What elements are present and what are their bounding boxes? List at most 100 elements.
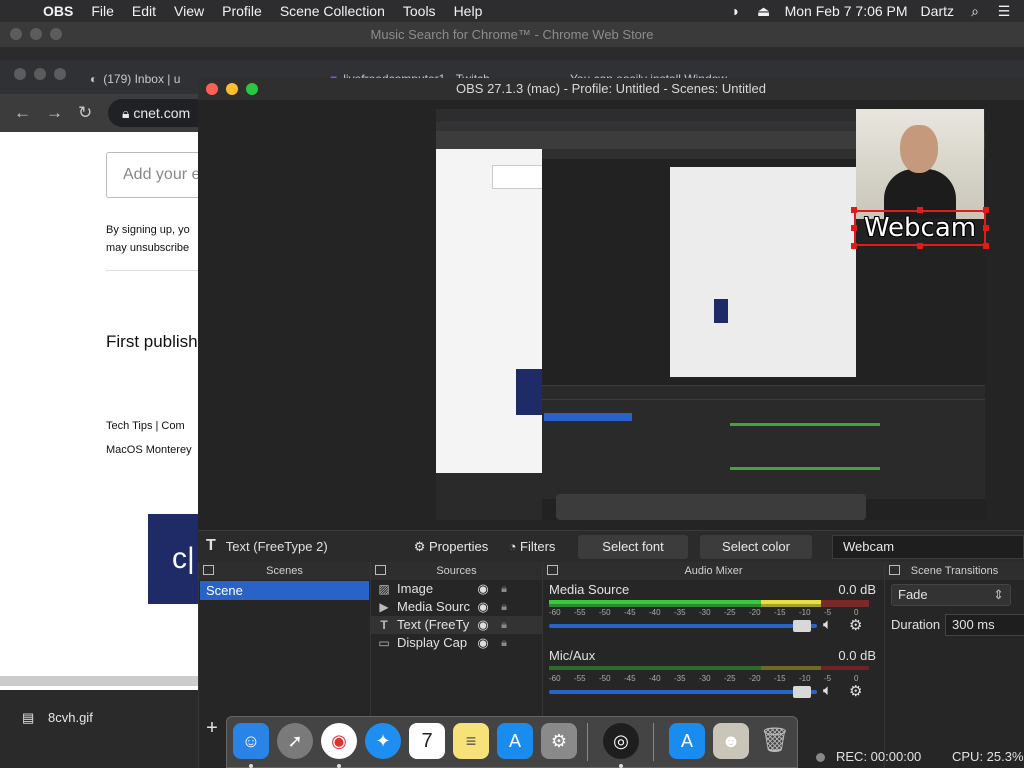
rec-time: REC: 00:00:00 (836, 749, 922, 764)
system-preferences-icon[interactable]: ⚙ (541, 723, 577, 759)
tick: -50 (599, 674, 611, 683)
tags-line-1[interactable]: Tech Tips | Com (106, 420, 185, 432)
tags-line-2[interactable]: MacOS Monterey (106, 444, 192, 456)
source-row-text[interactable]: T Text (FreeTy ◉ 🔒︎ (371, 616, 542, 634)
speaker-icon[interactable]: 🔈︎ (823, 616, 832, 633)
back-arrow-icon[interactable]: ← (14, 103, 31, 123)
tick: -55 (574, 608, 586, 617)
menu-tools[interactable]: Tools (394, 3, 445, 19)
gear-icon[interactable]: ⚙ (849, 616, 862, 634)
meter-red (821, 666, 869, 670)
obs-icon[interactable]: ◎ (603, 723, 639, 759)
menu-app-obs[interactable]: OBS (34, 3, 82, 19)
reload-icon[interactable]: ↻ (78, 103, 92, 123)
tick: -25 (724, 608, 736, 617)
chrome-icon[interactable]: ◉ (321, 723, 357, 759)
float-icon[interactable] (203, 565, 214, 575)
meter-red-2 (821, 604, 869, 607)
webcam-text-source[interactable]: Webcam (854, 210, 986, 246)
nested-meter-2 (730, 467, 880, 470)
lock-icon[interactable]: 🔒︎ (495, 580, 513, 598)
back-window-titlebar: Music Search for Chrome™ - Chrome Web St… (0, 22, 1024, 47)
resize-handle-bl[interactable] (851, 243, 857, 249)
notes-icon[interactable]: ≡ (453, 723, 489, 759)
lock-icon[interactable]: 🔒︎ (495, 598, 513, 616)
float-icon[interactable] (375, 565, 386, 575)
meter-ticks: -60 -55 -50 -45 -40 -35 -30 -25 -20 -15 … (549, 608, 869, 618)
float-icon[interactable] (889, 565, 900, 575)
forward-arrow-icon[interactable]: → (46, 103, 63, 123)
select-color-button[interactable]: Select color (700, 535, 812, 559)
menu-file[interactable]: File (82, 3, 123, 19)
lock-icon[interactable]: 🔒︎ (495, 634, 513, 652)
eye-icon[interactable]: ◉ (471, 634, 495, 652)
download-filename[interactable]: 8cvh.gif (48, 710, 93, 725)
volume-slider-knob[interactable] (793, 620, 811, 632)
volume-slider-knob[interactable] (793, 686, 811, 698)
scene-item[interactable]: Scene (200, 581, 369, 600)
email-input[interactable]: Add your e (106, 152, 200, 198)
transitions-title: Scene Transitions (910, 565, 999, 577)
menu-scene-collection[interactable]: Scene Collection (271, 3, 394, 19)
source-row-display[interactable]: ▭ Display Cap ◉ 🔒︎ (371, 634, 542, 652)
divider (106, 270, 200, 271)
eye-icon[interactable]: ◉ (471, 616, 495, 634)
app-store-icon[interactable]: A (497, 723, 533, 759)
trash-icon[interactable]: 🗑︎ (757, 723, 793, 759)
nested-preview (670, 167, 856, 377)
resize-handle-tr[interactable] (983, 207, 989, 213)
eye-icon[interactable]: ◉ (471, 598, 495, 616)
source-row-image[interactable]: ▨ Image ◉ 🔒︎ (371, 580, 542, 598)
preview-area[interactable]: Webcam (198, 100, 1024, 530)
eye-icon[interactable]: ◉ (471, 580, 495, 598)
search-icon[interactable]: ⌕ (967, 3, 983, 20)
duration-input[interactable]: 300 ms (945, 614, 1024, 636)
safari-icon[interactable]: ✦ (365, 723, 401, 759)
volume-slider[interactable] (549, 690, 817, 694)
resize-handle-t[interactable] (917, 207, 923, 213)
obs-window: OBS 27.1.3 (mac) - Profile: Untitled - S… (198, 78, 1024, 768)
channel-db: 0.0 dB (838, 582, 876, 597)
resize-handle-tl[interactable] (851, 207, 857, 213)
menubar-clock[interactable]: Mon Feb 7 7:06 PM (785, 3, 908, 19)
control-center-icon[interactable]: ☰ (996, 3, 1012, 20)
resize-handle-l[interactable] (851, 225, 857, 231)
finder-icon[interactable]: ☺ (233, 723, 269, 759)
eject-icon[interactable]: ⏏ (756, 3, 772, 20)
obs-status-icon[interactable]: ◑ (727, 3, 743, 19)
webcam-feed[interactable] (856, 109, 984, 219)
menu-edit[interactable]: Edit (123, 3, 165, 19)
calendar-icon[interactable]: 7 (409, 723, 445, 759)
resize-handle-br[interactable] (983, 243, 989, 249)
cnet-logo: c| (148, 514, 200, 604)
source-row-media[interactable]: ▶ Media Sourc ◉ 🔒︎ (371, 598, 542, 616)
launchpad-icon[interactable]: ➚ (277, 723, 313, 759)
obs-titlebar: OBS 27.1.3 (mac) - Profile: Untitled - S… (198, 78, 1024, 100)
transition-select[interactable]: Fade ⇕ (891, 584, 1011, 606)
source-combo[interactable]: Webcam (832, 535, 1024, 559)
menubar-user[interactable]: Dartz (921, 3, 954, 19)
filters-button[interactable]: ◔ Filters (502, 535, 562, 559)
select-font-button[interactable]: Select font (578, 535, 688, 559)
gear-icon[interactable]: ⚙ (849, 682, 862, 700)
lock-icon[interactable]: 🔒︎ (495, 616, 513, 634)
webcam-thumbnail-icon[interactable]: ☻ (713, 723, 749, 759)
float-icon[interactable] (547, 565, 558, 575)
resize-handle-r[interactable] (983, 225, 989, 231)
menu-view[interactable]: View (165, 3, 213, 19)
speaker-icon[interactable]: 🔈︎ (823, 682, 832, 699)
source-name: Display Cap (397, 635, 468, 650)
add-scene-button[interactable]: + (200, 716, 224, 740)
resize-handle-b[interactable] (917, 243, 923, 249)
properties-button[interactable]: ⚙ Properties (408, 535, 494, 559)
horizontal-scrollbar[interactable] (0, 676, 200, 686)
obs-window-controls[interactable] (206, 83, 258, 95)
channel-name: Media Source (549, 582, 630, 597)
filters-label: Filters (520, 539, 556, 554)
meter-yellow-2 (761, 604, 821, 607)
app-store-download-icon[interactable]: A (669, 723, 705, 759)
menu-help[interactable]: Help (445, 3, 492, 19)
volume-slider[interactable] (549, 624, 817, 628)
menu-profile[interactable]: Profile (213, 3, 271, 19)
source-name: Image (397, 581, 434, 596)
